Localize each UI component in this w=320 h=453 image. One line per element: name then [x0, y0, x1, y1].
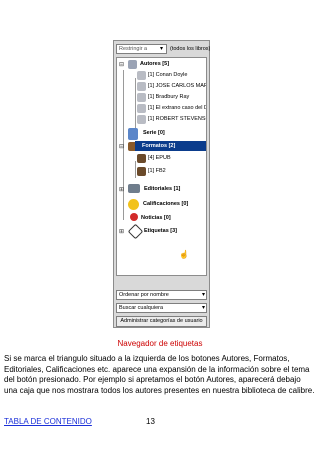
sort-select-value: Ordenar por nombre	[119, 292, 169, 298]
chevron-down-icon: ▾	[201, 305, 205, 311]
tree-item-author[interactable]: [1] JOSE CARLOS MAREA	[148, 81, 206, 91]
expand-toggle-icon[interactable]: ⊞	[119, 228, 124, 236]
category-publishers[interactable]: Editoriales [1]	[144, 184, 180, 194]
tree-item-author[interactable]: [1] Bradbury Ray	[148, 92, 189, 102]
tree-item-author[interactable]: [1] Conan Doyle	[148, 70, 187, 80]
tree-guide-line	[135, 161, 136, 178]
tree-item-author[interactable]: [1] ROBERT STEVENSON	[148, 114, 206, 124]
publishers-icon	[128, 184, 140, 193]
tree-item-author[interactable]: [1] El extrano caso del Dr.	[148, 103, 206, 113]
category-ratings[interactable]: Calificaciones [0]	[143, 199, 188, 209]
expand-toggle-icon[interactable]: ⊞	[119, 186, 124, 194]
tags-icon	[127, 223, 144, 240]
category-formats[interactable]: Formatos [2]	[142, 141, 175, 151]
expand-toggle-icon[interactable]: ⊟	[119, 143, 124, 151]
category-tags[interactable]: Etiquetas [3]	[144, 226, 177, 236]
news-icon	[130, 213, 138, 221]
body-paragraph: Si se marca el triangulo situado a la iz…	[4, 354, 315, 395]
match-select[interactable]: Buscar cualquiera ▾	[116, 303, 207, 313]
chevron-down-icon[interactable]: ▾	[160, 45, 166, 53]
chevron-down-icon: ▾	[201, 292, 205, 298]
tree-item-format[interactable]: [4] EPUB	[148, 153, 171, 163]
category-series[interactable]: Serie [0]	[143, 128, 165, 138]
author-icon	[137, 93, 146, 102]
author-icon	[137, 82, 146, 91]
tag-tree[interactable]: ⊟ Autores [5] [1] Conan Doyle [1] JOSE C…	[116, 57, 207, 276]
author-icon	[137, 115, 146, 124]
tag-browser-panel: Restringir a ▾ (todos los libros) ⊟ Auto…	[113, 40, 210, 328]
category-authors[interactable]: Autores [5]	[140, 59, 169, 69]
authors-icon	[128, 60, 137, 69]
star-icon	[128, 199, 139, 210]
author-icon	[137, 71, 146, 80]
tree-guide-line	[135, 78, 136, 133]
category-news[interactable]: Noticias [0]	[141, 213, 171, 223]
book-icon	[137, 167, 146, 176]
match-select-value: Buscar cualquiera	[119, 305, 164, 311]
figure-caption: Navegador de etiquetas	[117, 339, 203, 348]
series-icon	[128, 128, 138, 140]
tree-item-format[interactable]: [1] FB2	[148, 166, 166, 176]
toc-link[interactable]: TABLA DE CONTENIDO	[4, 417, 92, 426]
restrict-value: (todos los libros)	[170, 46, 211, 52]
author-icon	[137, 104, 146, 113]
restrict-label: Restringir a	[119, 46, 148, 52]
book-icon	[137, 154, 146, 163]
hand-cursor-icon: ☝	[179, 250, 189, 259]
page-number: 13	[146, 417, 155, 426]
sort-select[interactable]: Ordenar por nombre ▾	[116, 290, 207, 300]
expand-toggle-icon[interactable]: ⊟	[119, 61, 124, 69]
manage-user-categories-button[interactable]: Administrar categorías de usuario	[116, 316, 207, 327]
